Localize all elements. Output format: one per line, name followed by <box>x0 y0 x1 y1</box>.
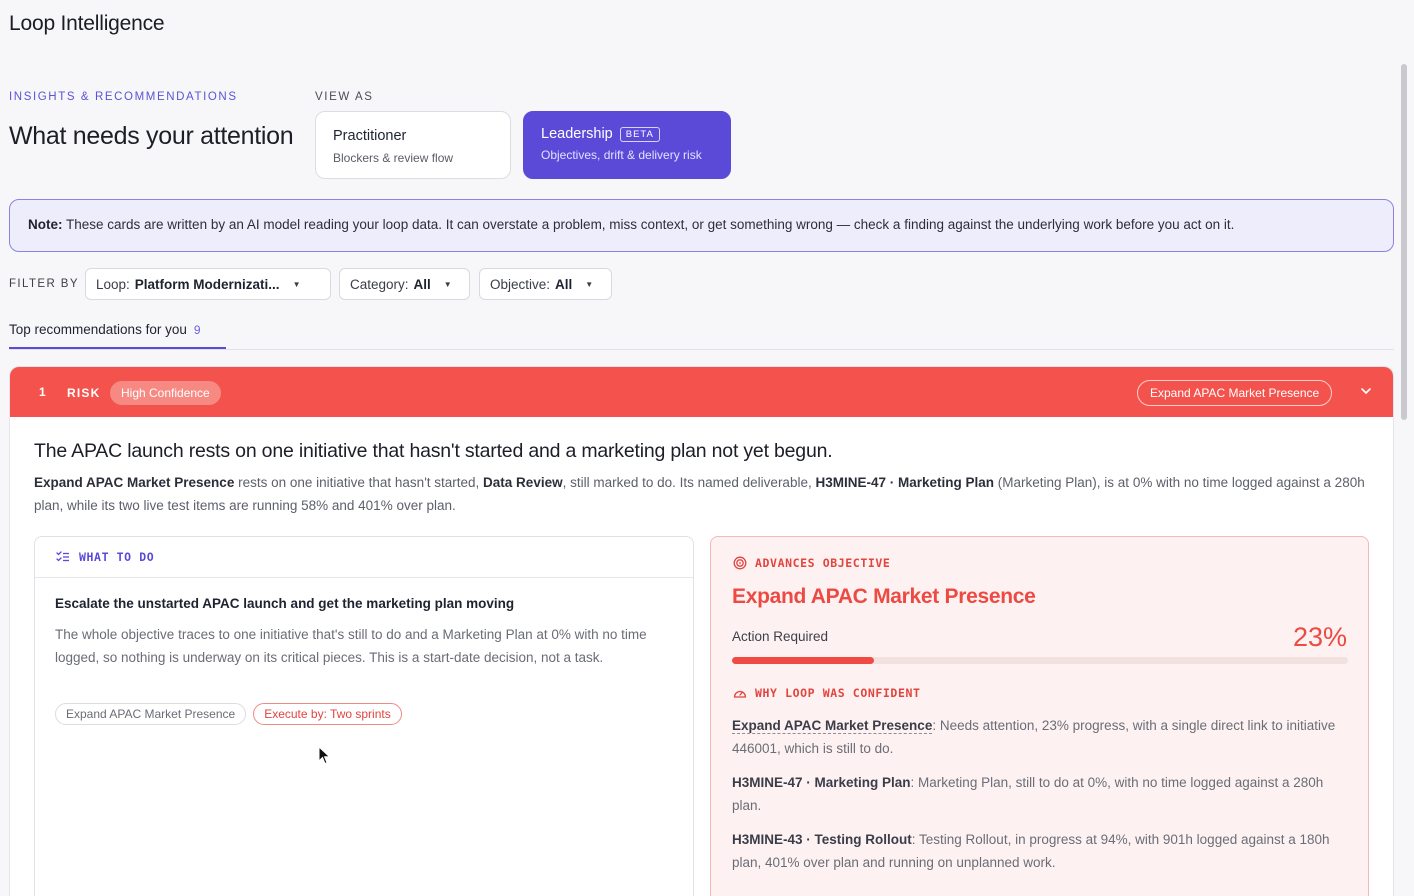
scrollbar-thumb[interactable] <box>1401 64 1407 420</box>
category-filter-label: Category: <box>350 276 409 292</box>
evidence-ref: H3MINE-47 · Marketing Plan <box>732 775 911 790</box>
view-as-label: VIEW AS <box>315 91 374 103</box>
evidence-ref: H3MINE-43 · Testing Rollout <box>732 832 912 847</box>
objective-pill[interactable]: Expand APAC Market Presence <box>1137 380 1333 406</box>
caret-down-icon: ▼ <box>443 279 452 289</box>
confidence-badge: High Confidence <box>110 381 221 405</box>
recommendation-number: 1 <box>39 385 46 399</box>
recommendation-card: 1 RISK High Confidence Expand APAC Marke… <box>9 366 1394 896</box>
advances-objective-panel: ADVANCES OBJECTIVE Expand APAC Market Pr… <box>710 536 1369 896</box>
action-tags: Expand APAC Market Presence Execute by: … <box>55 703 402 725</box>
objective-name[interactable]: Expand APAC Market Presence <box>732 585 1036 609</box>
recommendation-title: The APAC launch rests on one initiative … <box>34 440 833 462</box>
action-description: The whole objective traces to one initia… <box>55 627 647 665</box>
loop-filter-label: Loop: <box>96 276 130 292</box>
deadline-tag[interactable]: Execute by: Two sprints <box>253 703 402 725</box>
objective-filter-label: Objective: <box>490 276 551 292</box>
summary-text: rests on one initiative that hasn't star… <box>234 475 484 490</box>
ai-disclaimer-banner: Note: These cards are written by an AI m… <box>9 199 1394 252</box>
objective-tag[interactable]: Expand APAC Market Presence <box>55 703 247 725</box>
confidence-header: WHY LOOP WAS CONFIDENT <box>733 686 921 700</box>
target-icon <box>733 556 747 570</box>
what-to-do-panel: WHAT TO DO Escalate the unstarted APAC l… <box>34 536 694 896</box>
summary-ref: Data Review <box>483 475 563 490</box>
tab-divider <box>9 349 1394 350</box>
note-label: Note: <box>28 217 63 232</box>
objective-progress-bar <box>732 657 1348 664</box>
tab-count-badge: 9 <box>193 323 201 337</box>
caret-down-icon: ▼ <box>292 279 301 289</box>
objective-progress-percent: 23% <box>1292 622 1347 652</box>
section-eyebrow: INSIGHTS & RECOMMENDATIONS <box>9 91 238 103</box>
objective-status: Action Required <box>732 629 829 644</box>
chevron-down-icon[interactable] <box>1359 384 1373 398</box>
advances-objective-header: ADVANCES OBJECTIVE <box>733 556 890 570</box>
note-text: These cards are written by an AI model r… <box>66 217 1235 232</box>
tab-top-recommendations[interactable]: Top recommendations for you 9 <box>9 322 201 337</box>
mouse-cursor-icon <box>318 746 331 765</box>
view-option-leadership[interactable]: Leadership BETA Objectives, drift & deli… <box>523 111 731 179</box>
caret-down-icon: ▼ <box>585 279 594 289</box>
filter-by-label: FILTER BY <box>9 278 79 290</box>
view-option-subtitle: Blockers & review flow <box>333 151 454 165</box>
category-filter-value: All <box>413 276 431 292</box>
evidence-item: Expand APAC Market Presence: Needs atten… <box>732 714 1344 760</box>
evidence-item: H3MINE-43 · Testing Rollout: Testing Rol… <box>732 828 1344 874</box>
objective-filter-value: All <box>555 276 573 292</box>
beta-badge: BETA <box>619 126 660 142</box>
advances-objective-heading: ADVANCES OBJECTIVE <box>755 556 891 570</box>
recommendation-header[interactable]: 1 RISK High Confidence Expand APAC Marke… <box>10 367 1393 417</box>
loop-filter-dropdown[interactable]: Loop: Platform Modernizati... ▼ <box>85 268 331 300</box>
evidence-item: H3MINE-47 · Marketing Plan: Marketing Pl… <box>732 771 1344 817</box>
tab-label: Top recommendations for you <box>9 322 187 337</box>
action-title: Escalate the unstarted APAC launch and g… <box>55 596 515 611</box>
view-option-title: Practitioner <box>333 128 407 144</box>
objective-filter-dropdown[interactable]: Objective: All ▼ <box>479 268 612 300</box>
checklist-icon <box>56 551 69 562</box>
gauge-icon <box>733 690 747 698</box>
summary-text: , still marked to do. Its named delivera… <box>562 475 816 490</box>
what-to-do-heading: WHAT TO DO <box>79 550 155 564</box>
recommendation-summary: Expand APAC Market Presence rests on one… <box>34 471 1369 517</box>
page-scrollbar[interactable] <box>1398 60 1408 890</box>
loop-filter-value: Platform Modernizati... <box>134 276 280 292</box>
app-title: Loop Intelligence <box>9 12 165 35</box>
summary-ref: H3MINE-47 · Marketing Plan <box>815 475 995 490</box>
recommendation-type: RISK <box>67 386 101 400</box>
progress-fill <box>732 657 874 664</box>
view-option-subtitle: Objectives, drift & delivery risk <box>541 148 702 162</box>
view-option-practitioner[interactable]: Practitioner Blockers & review flow <box>315 111 511 179</box>
what-to-do-header: WHAT TO DO <box>35 537 693 578</box>
confidence-heading: WHY LOOP WAS CONFIDENT <box>755 686 921 700</box>
view-option-title: Leadership <box>541 126 613 142</box>
category-filter-dropdown[interactable]: Category: All ▼ <box>339 268 470 300</box>
page-title: What needs your attention <box>9 122 294 150</box>
summary-ref: Expand APAC Market Presence <box>34 475 235 490</box>
evidence-ref-link[interactable]: Expand APAC Market Presence <box>732 718 933 734</box>
